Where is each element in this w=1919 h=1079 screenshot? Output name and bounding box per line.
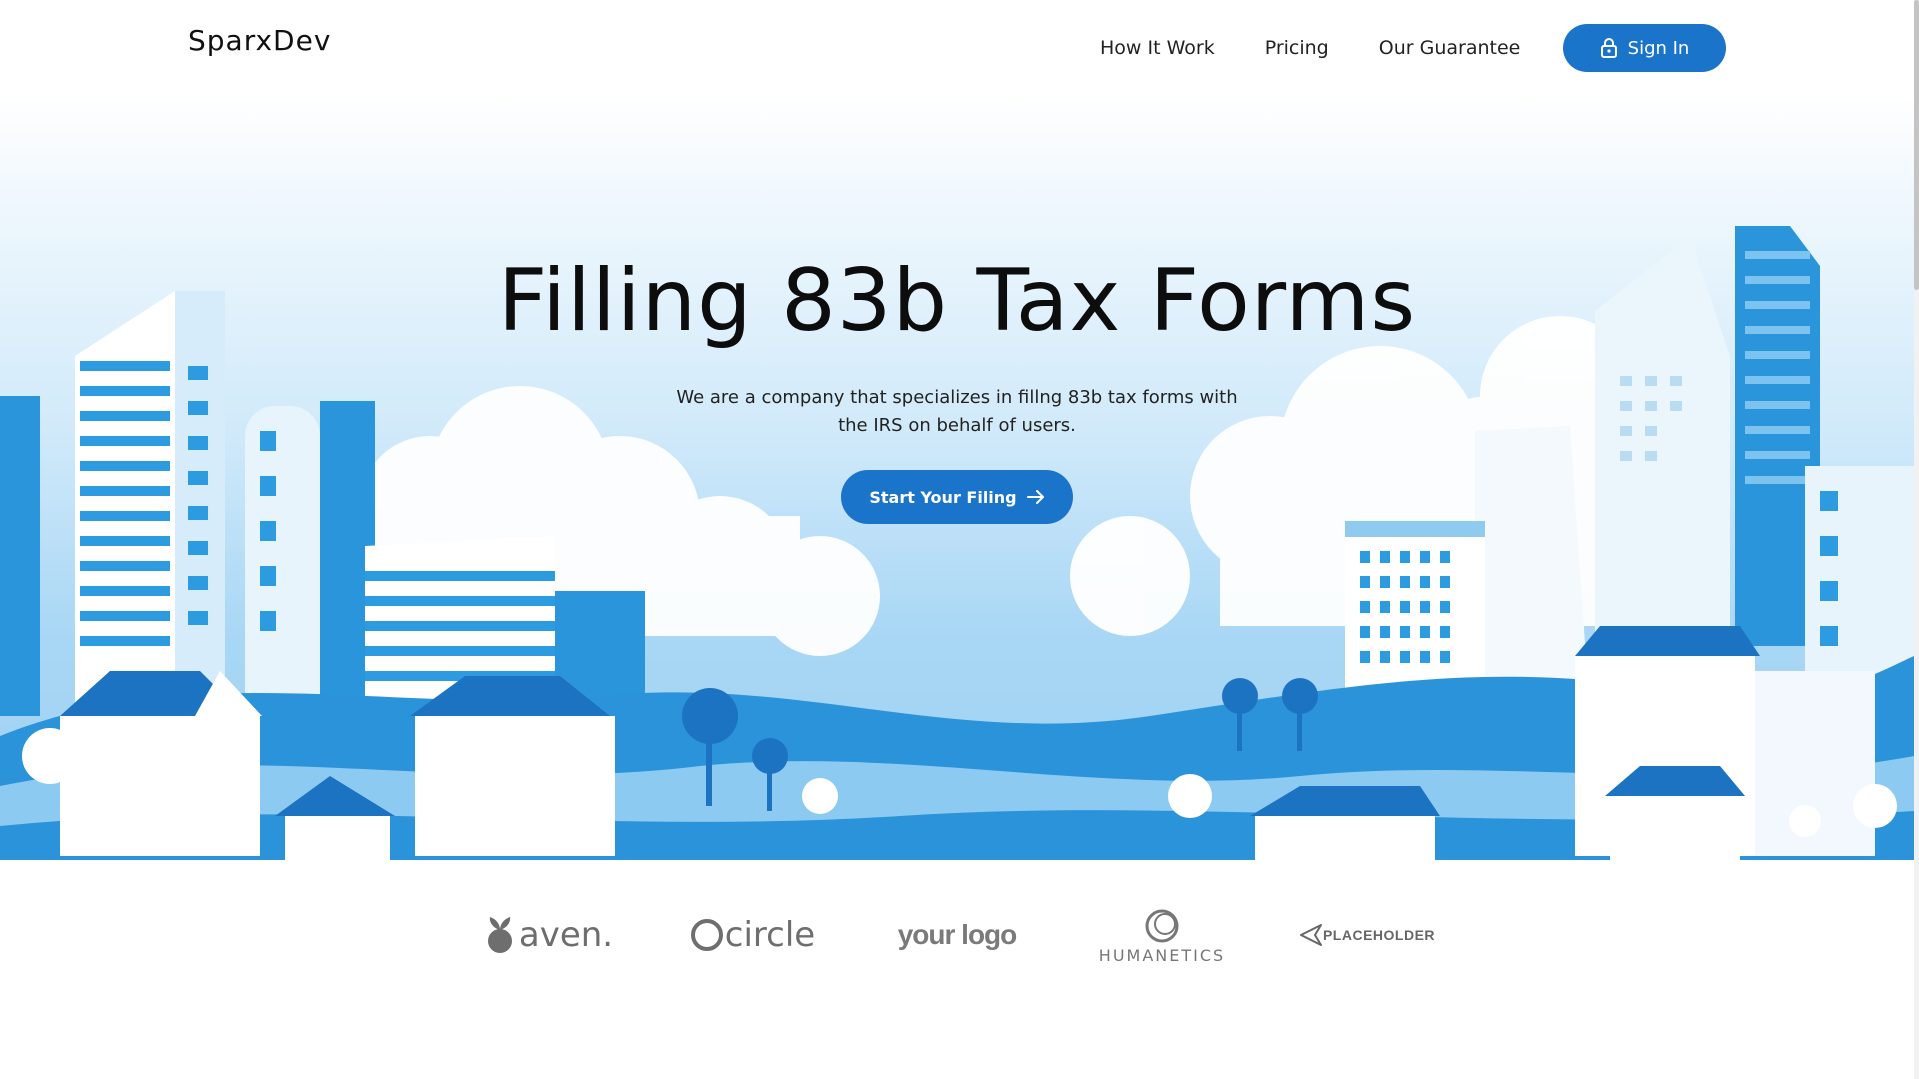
- site-header: SparxDev How It Work Pricing Our Guarant…: [0, 0, 1914, 96]
- start-filing-button[interactable]: Start Your Filing: [841, 470, 1073, 524]
- hero-title: Filling 83b Tax Forms: [497, 251, 1417, 351]
- aven-leaf-icon: [487, 917, 512, 953]
- circle-ring-icon: [690, 919, 723, 951]
- arrow-right-icon: [1026, 490, 1044, 504]
- start-filing-label: Start Your Filing: [869, 487, 1017, 507]
- nav-pricing[interactable]: Pricing: [1265, 37, 1329, 59]
- logo-placeholder: PLACEHOLDER: [1265, 885, 1470, 985]
- nav-how-it-work[interactable]: How It Work: [1100, 37, 1215, 59]
- hero-section: Filling 83b Tax Forms We are a company t…: [0, 96, 1914, 860]
- humanetics-ring-icon: [1145, 909, 1179, 942]
- yourlogo-text: your logo: [897, 919, 1018, 950]
- circle-text: circle: [724, 915, 816, 955]
- hero-content: Filling 83b Tax Forms We are a company t…: [0, 246, 1914, 524]
- sign-in-button[interactable]: Sign In: [1563, 24, 1726, 72]
- partner-logos: aven. circle your logo HUMANETICS PLACEH…: [0, 860, 1914, 1010]
- scroll-thumb[interactable]: [1914, 0, 1919, 290]
- lock-icon: [1600, 38, 1617, 58]
- logo-circle: circle: [650, 885, 855, 985]
- logo-humanetics: HUMANETICS: [1060, 885, 1265, 985]
- logo-yourlogo: your logo: [855, 885, 1060, 985]
- humanetics-text: HUMANETICS: [1098, 945, 1226, 965]
- sign-in-label: Sign In: [1627, 37, 1690, 59]
- aven-text: aven.: [518, 915, 614, 955]
- placeholder-arrow-icon: [1299, 924, 1322, 946]
- nav-our-guarantee[interactable]: Our Guarantee: [1379, 37, 1521, 59]
- page-scrollbar[interactable]: [1914, 0, 1919, 1079]
- logo-aven: aven.: [445, 885, 650, 985]
- hero-subtitle: We are a company that specializes in fil…: [676, 387, 1238, 436]
- main-nav: How It Work Pricing Our Guarantee: [1100, 24, 1570, 72]
- placeholder-text: PLACEHOLDER: [1322, 927, 1436, 943]
- site-logo[interactable]: SparxDev: [188, 24, 331, 57]
